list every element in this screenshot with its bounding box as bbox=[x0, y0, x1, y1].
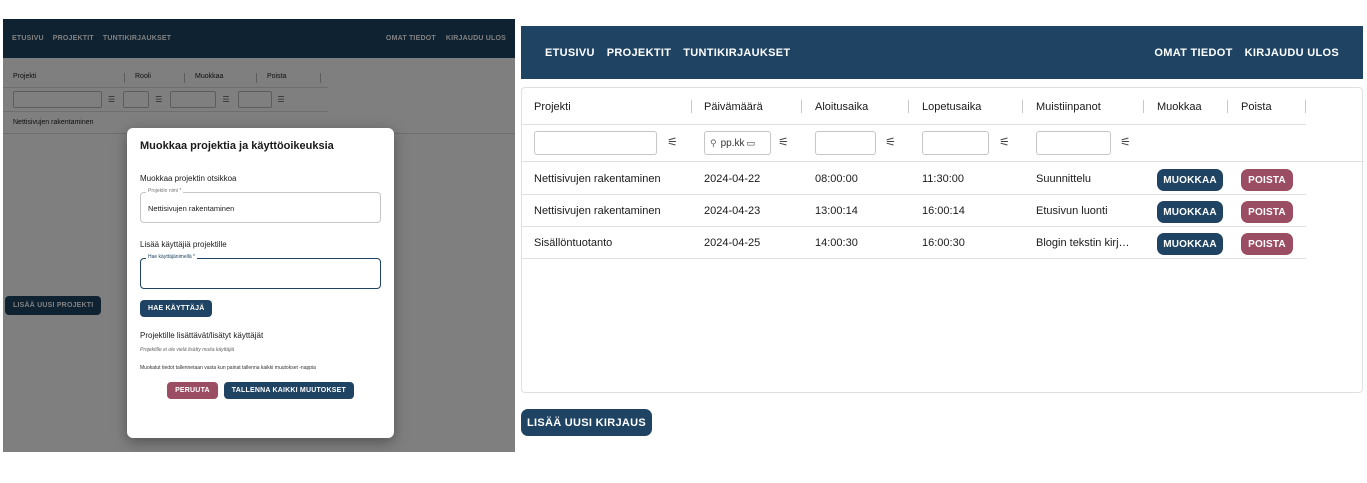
project-name-label: Projektin nimi * bbox=[146, 188, 184, 194]
filter-icon[interactable]: ⚟ bbox=[885, 135, 896, 149]
nav-projects-link[interactable]: PROJEKTIT bbox=[607, 47, 671, 59]
cell-end-time: 11:30:00 bbox=[922, 173, 965, 185]
cancel-button[interactable]: PERUUTA bbox=[167, 382, 218, 399]
modal-title: Muokkaa projektia ja käyttöoikeuksia bbox=[140, 140, 334, 152]
date-placeholder: pp.kk bbox=[720, 137, 745, 149]
column-separator[interactable] bbox=[1227, 100, 1228, 113]
filter-icon[interactable]: ⚟ bbox=[778, 135, 789, 149]
filter-icon[interactable]: ⚟ bbox=[667, 135, 678, 149]
delete-button[interactable]: POISTA bbox=[1241, 169, 1293, 191]
added-users-label: Projektille lisättävät/lisätyt käyttäjät bbox=[140, 331, 264, 340]
header-project[interactable]: Projekti bbox=[522, 88, 571, 125]
header-end-time[interactable]: Lopetusaika bbox=[910, 88, 981, 125]
cell-end-time: 16:00:14 bbox=[922, 205, 965, 217]
edit-button[interactable]: MUOKKAA bbox=[1157, 233, 1223, 255]
delete-button[interactable]: POISTA bbox=[1241, 201, 1293, 223]
cell-project: Nettisivujen rakentaminen bbox=[534, 173, 661, 185]
nav-logout-link[interactable]: KIRJAUDU ULOS bbox=[1245, 47, 1339, 59]
left-screenshot-panel: ETUSIVU PROJEKTIT TUNTIKIRJAUKSET OMAT T… bbox=[3, 19, 515, 452]
filter-icon[interactable]: ⚟ bbox=[1120, 135, 1131, 149]
username-search-field[interactable]: Hae käyttäjänimellä * bbox=[140, 254, 381, 289]
column-separator[interactable] bbox=[908, 100, 909, 113]
cell-project: Nettisivujen rakentaminen bbox=[534, 205, 661, 217]
column-separator[interactable] bbox=[1143, 100, 1144, 113]
grid-header: Projekti Päivämäärä Aloitusaika Lopetusa… bbox=[522, 88, 1306, 125]
search-icon: ⚲ bbox=[710, 137, 717, 148]
project-name-field[interactable]: Projektin nimi * Nettisivujen rakentamin… bbox=[140, 188, 381, 223]
project-name-value: Nettisivujen rakentaminen bbox=[148, 204, 235, 213]
cell-notes: Etusivun luonti bbox=[1036, 205, 1108, 217]
header-start-time[interactable]: Aloitusaika bbox=[803, 88, 868, 125]
cell-date: 2024-04-25 bbox=[704, 237, 761, 249]
cell-start-time: 14:00:30 bbox=[815, 237, 858, 249]
cell-date: 2024-04-23 bbox=[704, 205, 761, 217]
cell-end-time: 16:00:30 bbox=[922, 237, 965, 249]
search-user-button[interactable]: HAE KÄYTTÄJÄ bbox=[140, 300, 213, 317]
header-notes[interactable]: Muistiinpanot bbox=[1024, 88, 1101, 125]
hour-entries-grid: Projekti Päivämäärä Aloitusaika Lopetusa… bbox=[521, 87, 1364, 393]
delete-button[interactable]: POISTA bbox=[1241, 233, 1293, 255]
project-filter-input[interactable] bbox=[534, 131, 657, 155]
calendar-icon[interactable]: ▭ bbox=[747, 138, 756, 149]
cell-date: 2024-04-22 bbox=[704, 173, 761, 185]
notes-filter-input[interactable] bbox=[1036, 131, 1111, 155]
nav-home-link[interactable]: ETUSIVU bbox=[545, 47, 595, 59]
nav-hours-link[interactable]: TUNTIKIRJAUKSET bbox=[683, 47, 790, 59]
username-search-label: Hae käyttäjänimellä * bbox=[146, 254, 197, 260]
cell-notes: Blogin tekstin kirj… bbox=[1036, 237, 1130, 249]
header-delete: Poista bbox=[1241, 100, 1272, 113]
column-separator[interactable] bbox=[801, 100, 802, 113]
modal-actions: PERUUTA TALLENNA KAIKKI MUUTOKSET bbox=[140, 382, 381, 399]
header-date[interactable]: Päivämäärä bbox=[692, 88, 763, 125]
date-filter-input[interactable]: ⚲ pp.kk ▭ bbox=[704, 131, 771, 155]
filter-icon[interactable]: ⚟ bbox=[999, 135, 1010, 149]
no-users-text: Projektille ei ole vielä lisätty muita k… bbox=[140, 347, 235, 353]
column-separator[interactable] bbox=[1022, 100, 1023, 113]
edit-button[interactable]: MUOKKAA bbox=[1157, 169, 1223, 191]
nav-profile-link[interactable]: OMAT TIEDOT bbox=[1154, 47, 1232, 59]
add-users-label: Lisää käyttäjiä projektille bbox=[140, 240, 227, 249]
save-note: Muokatut tiedot tallennetaan vasta kun p… bbox=[140, 365, 316, 371]
save-all-button[interactable]: TALLENNA KAIKKI MUUTOKSET bbox=[223, 382, 354, 399]
edit-project-modal: Muokkaa projektia ja käyttöoikeuksia Muo… bbox=[127, 128, 394, 438]
edit-title-label: Muokkaa projektin otsikkoa bbox=[140, 174, 237, 183]
main-navbar: ETUSIVU PROJEKTIT TUNTIKIRJAUKSET OMAT T… bbox=[521, 26, 1363, 79]
cell-start-time: 13:00:14 bbox=[815, 205, 858, 217]
start-time-filter-input[interactable] bbox=[815, 131, 876, 155]
grid-filter-row: ⚟ ⚲ pp.kk ▭ ⚟ ⚟ ⚟ ⚟ bbox=[522, 125, 1364, 162]
cell-notes: Suunnittelu bbox=[1036, 173, 1092, 185]
end-time-filter-input[interactable] bbox=[922, 131, 989, 155]
add-entry-button[interactable]: LISÄÄ UUSI KIRJAUS bbox=[521, 409, 652, 436]
table-row: Nettisivujen rakentaminen 2024-04-22 08:… bbox=[522, 163, 1306, 195]
table-row: Sisällöntuotanto 2024-04-25 14:00:30 16:… bbox=[522, 227, 1306, 259]
cell-project: Sisällöntuotanto bbox=[534, 237, 613, 249]
column-separator[interactable] bbox=[1305, 100, 1306, 113]
edit-button[interactable]: MUOKKAA bbox=[1157, 201, 1223, 223]
header-edit: Muokkaa bbox=[1157, 100, 1202, 113]
table-row: Nettisivujen rakentaminen 2024-04-23 13:… bbox=[522, 195, 1306, 227]
cell-start-time: 08:00:00 bbox=[815, 173, 858, 185]
